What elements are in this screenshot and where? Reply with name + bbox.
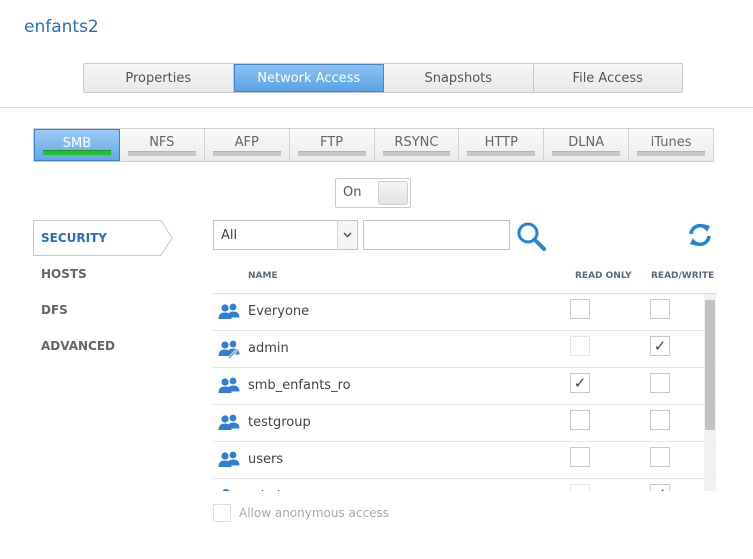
group-filter-select[interactable]: All [213,220,358,250]
smb-enable-toggle[interactable]: On [335,178,411,208]
read-only-checkbox[interactable] [570,447,590,467]
tab-label: RSYNC [394,135,439,150]
anonymous-access-checkbox[interactable] [213,504,231,522]
tab-properties[interactable]: Properties [84,64,234,92]
tab-afp[interactable]: AFP [204,129,290,161]
tab-dlna[interactable]: DLNA [544,129,630,161]
filter-value: All [221,228,238,243]
row-name: admin [248,341,289,356]
read-only-checkbox[interactable]: ✓ [570,373,590,393]
status-bar [552,151,621,156]
row-name: users [248,452,284,467]
tab-rsync[interactable]: RSYNC [374,129,460,161]
tab-label: NFS [149,135,175,150]
group-icon [218,376,240,396]
read-only-checkbox[interactable] [570,336,590,356]
tab-network-access[interactable]: Network Access [233,64,384,92]
share-title: enfants2 [24,17,99,37]
group-icon [218,450,240,470]
main-tab-bar: Properties Network Access Snapshots File… [83,63,683,93]
share-settings-page: enfants2 Properties Network Access Snaps… [0,0,753,559]
section-divider [0,107,753,108]
tab-snapshots[interactable]: Snapshots [384,64,534,92]
group-icon [218,302,240,322]
status-bar [127,151,196,156]
user-icon [218,487,240,491]
tab-smb[interactable]: SMB [34,129,120,161]
tab-label: DLNA [568,135,605,150]
tab-nfs[interactable]: NFS [119,129,205,161]
refresh-icon[interactable] [686,221,714,249]
search-input[interactable] [363,220,510,250]
read-write-checkbox[interactable] [650,410,670,430]
chevron-down-icon[interactable] [337,221,357,249]
row-name: Everyone [248,304,310,319]
read-only-checkbox[interactable] [570,299,590,319]
read-only-checkbox[interactable] [570,410,590,430]
column-header-name: NAME [248,271,278,281]
read-write-checkbox[interactable] [650,299,670,319]
side-nav-hosts[interactable]: HOSTS [33,256,173,292]
permissions-table: Everyone admin ✓ smb_enfants_ro ✓ testgroup us… [213,294,717,491]
toggle-label: On [343,185,362,200]
read-write-checkbox[interactable]: ✓ [650,484,670,491]
group-icon [218,413,240,433]
table-row: admin ✓ [213,331,717,368]
column-header-read-write: READ/WRITE [651,271,715,281]
tab-http[interactable]: HTTP [459,129,545,161]
status-bar [637,151,705,156]
anonymous-access-option[interactable]: Allow anonymous access [213,503,389,523]
anonymous-access-label: Allow anonymous access [239,506,389,520]
table-header: NAME READ ONLY READ/WRITE [213,264,717,294]
tab-label: FTP [320,135,344,150]
table-row: admin ✓ [213,479,717,491]
table-row: testgroup [213,405,717,442]
side-nav: SECURITY HOSTS DFS ADVANCED [33,220,173,364]
read-only-checkbox[interactable] [570,484,590,491]
search-icon[interactable] [515,220,547,252]
row-name: testgroup [248,415,311,430]
tab-label: AFP [234,135,259,150]
tab-ftp[interactable]: FTP [289,129,375,161]
status-bar [43,150,111,155]
read-write-checkbox[interactable] [650,447,670,467]
toggle-knob[interactable] [378,181,408,205]
table-row: users [213,442,717,479]
tab-itunes[interactable]: iTunes [629,129,713,161]
side-nav-label: SECURITY [41,231,107,245]
tab-label: SMB [62,136,92,151]
scrollbar-thumb[interactable] [705,300,715,430]
protocol-tab-bar: SMB NFS AFP FTP RSYNC HTTP DLNA iTunes [33,128,714,162]
tab-file-access[interactable]: File Access [533,64,682,92]
side-nav-advanced[interactable]: ADVANCED [33,328,173,364]
table-row: Everyone [213,294,717,331]
read-write-checkbox[interactable]: ✓ [650,336,670,356]
side-nav-dfs[interactable]: DFS [33,292,173,328]
status-bar [467,151,536,156]
tab-label: HTTP [484,135,518,150]
row-name: admin [248,489,289,491]
admin-group-icon [218,339,240,360]
status-bar [382,151,451,156]
status-bar [212,151,281,156]
row-name: smb_enfants_ro [248,378,351,393]
column-header-read-only: READ ONLY [575,271,632,281]
side-nav-security[interactable]: SECURITY [33,220,173,256]
status-bar [297,151,366,156]
tab-label: iTunes [650,135,692,150]
table-row: smb_enfants_ro ✓ [213,368,717,405]
read-write-checkbox[interactable] [650,373,670,393]
